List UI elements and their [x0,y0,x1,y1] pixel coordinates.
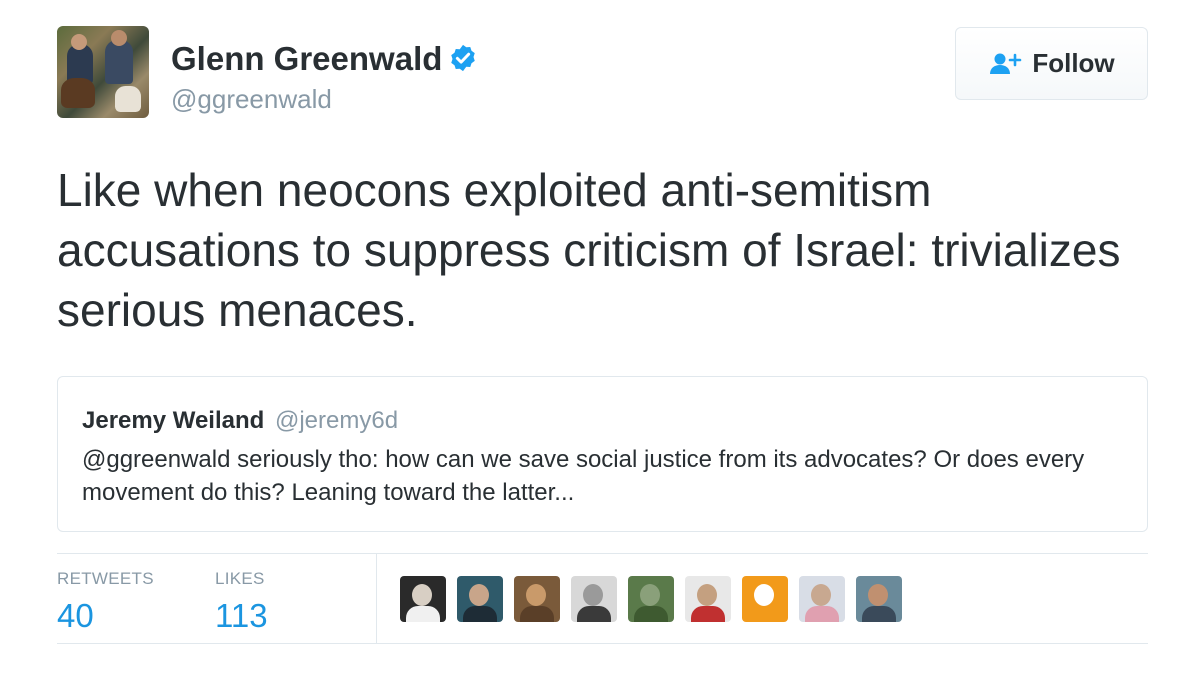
user-name-text[interactable]: Glenn Greenwald [171,40,442,77]
liker-avatar[interactable] [685,576,731,622]
tweet-header: Glenn Greenwald @ggreenwald Follow [57,26,1148,120]
retweets-stat[interactable]: RETWEETS 40 [57,569,154,635]
quoted-author: Jeremy Weiland @jeremy6d [82,407,398,435]
liker-avatar[interactable] [457,576,503,622]
quoted-tweet[interactable]: Jeremy Weiland @jeremy6d @ggreenwald ser… [57,376,1148,532]
likes-stat[interactable]: LIKES 113 [215,569,268,635]
liker-avatar[interactable] [856,576,902,622]
tweet-text: Like when neocons exploited anti-semitis… [57,164,1121,336]
quoted-tweet-text: @ggreenwald seriously tho: how can we sa… [82,446,1085,506]
stats-divider [376,554,377,644]
user-handle[interactable]: @ggreenwald [171,84,332,115]
liker-avatar[interactable] [571,576,617,622]
tweet-stats: RETWEETS 40 LIKES 113 [57,553,1148,644]
retweets-label: RETWEETS [57,569,154,588]
liker-avatars [400,576,902,622]
liker-avatar[interactable] [799,576,845,622]
likes-count: 113 [215,597,268,634]
liker-avatar[interactable] [400,576,446,622]
verified-badge-icon [448,43,478,73]
user-display-name[interactable]: Glenn Greenwald [171,40,478,78]
follow-button[interactable]: Follow [955,27,1148,100]
liker-avatar[interactable] [514,576,560,622]
follow-label: Follow [1032,48,1115,78]
add-user-icon [990,53,1022,74]
retweets-count: 40 [57,597,94,634]
quoted-author-name: Jeremy Weiland [82,407,265,434]
liker-avatar[interactable] [742,576,788,622]
liker-avatar[interactable] [628,576,674,622]
quoted-author-handle: @jeremy6d [274,407,399,434]
user-avatar[interactable] [57,26,149,118]
likes-label: LIKES [215,569,265,588]
